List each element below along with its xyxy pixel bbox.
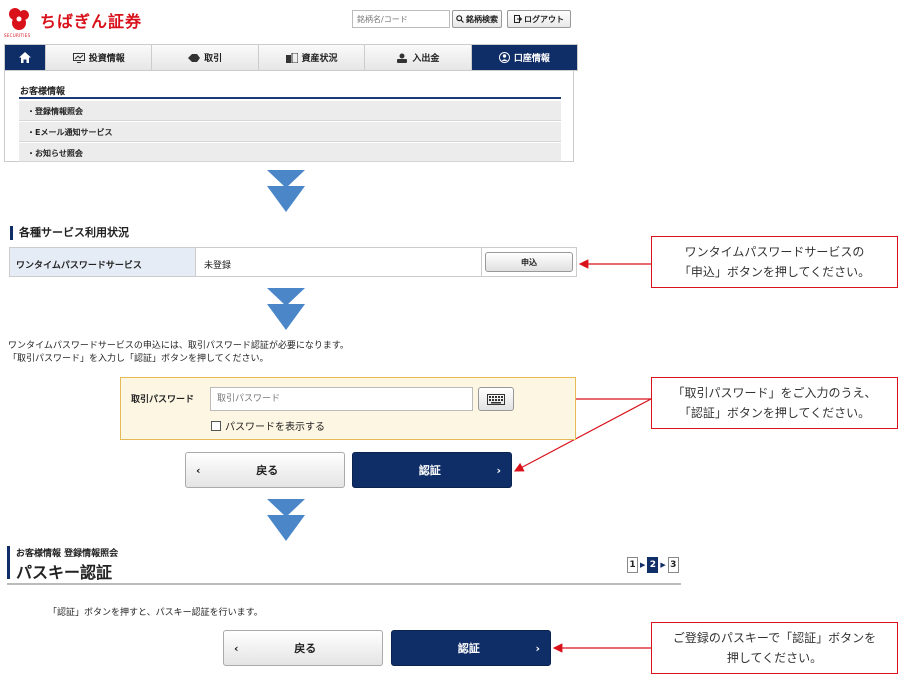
logout-icon bbox=[514, 15, 522, 23]
service-status-title: 各種サービス利用状況 bbox=[10, 226, 129, 240]
keyboard-icon bbox=[487, 393, 505, 405]
nav-label: 口座情報 bbox=[513, 54, 550, 64]
logo-icon bbox=[9, 8, 29, 30]
instruction-line: ワンタイムパスワードサービスの申込には、取引パスワード認証が必要になります。 bbox=[8, 341, 349, 351]
service-status-table: ワンタイムパスワードサービス 未登録 申込 bbox=[9, 247, 577, 277]
search-icon bbox=[456, 15, 464, 23]
dropdown-item-email-notification[interactable]: ・Eメール通知サービス bbox=[19, 122, 561, 142]
show-password-label: パスワードを表示する bbox=[225, 422, 325, 433]
password-input[interactable] bbox=[210, 387, 473, 411]
auth-button-label: 認証 bbox=[418, 464, 441, 477]
title-underline bbox=[7, 583, 681, 585]
callout-line: ワンタイムパスワードサービスの bbox=[684, 245, 865, 259]
logout-button-label: ログアウト bbox=[524, 14, 564, 24]
down-arrow-icon bbox=[267, 170, 305, 212]
callout-line: 「取引パスワード」をご入力のうえ、 bbox=[672, 386, 877, 400]
nav-deposit-withdraw[interactable]: 入出金 bbox=[365, 45, 472, 70]
callout-line: ご登録のパスキーで「認証」ボタンを bbox=[672, 631, 877, 645]
password-label: 取引パスワード bbox=[131, 395, 195, 405]
nav-investment-info[interactable]: 投資情報 bbox=[46, 45, 153, 70]
search-button-label: 銘柄検索 bbox=[466, 14, 498, 24]
show-password-checkbox[interactable]: パスワードを表示する bbox=[211, 418, 325, 433]
assets-icon bbox=[285, 52, 298, 63]
monitor-icon bbox=[72, 52, 85, 63]
account-icon bbox=[498, 52, 510, 63]
auth-button[interactable]: 認証 › bbox=[352, 452, 512, 488]
back-button[interactable]: ‹ 戻る bbox=[185, 452, 345, 488]
step-indicator: 1 ▶ 2 ▶ 3 bbox=[627, 557, 679, 573]
down-arrow-icon bbox=[267, 288, 305, 330]
nav-label: 投資情報 bbox=[88, 54, 125, 64]
service-action-cell: 申込 bbox=[482, 248, 576, 276]
password-form: 取引パスワード パスワードを表示する bbox=[120, 377, 576, 440]
page-title: パスキー認証 bbox=[16, 563, 113, 582]
checkbox[interactable] bbox=[211, 420, 221, 431]
step-2-current: 2 bbox=[647, 557, 659, 573]
nav-label: 取引 bbox=[204, 54, 223, 64]
dropdown-item-notices[interactable]: ・お知らせ照会 bbox=[19, 143, 561, 162]
auth-button-label: 認証 bbox=[457, 642, 480, 655]
chevron-right-icon: › bbox=[496, 463, 501, 477]
software-keyboard-button[interactable] bbox=[478, 387, 514, 411]
service-status: 未登録 bbox=[196, 248, 482, 276]
callout-passkey: ご登録のパスキーで「認証」ボタンを 押してください。 bbox=[651, 622, 898, 674]
instructions: ワンタイムパスワードサービスの申込には、取引パスワード認証が必要になります。 「… bbox=[8, 340, 349, 366]
search-input[interactable] bbox=[352, 10, 450, 28]
callout-line: 押してください。 bbox=[726, 651, 823, 665]
back-button-label: 戻る bbox=[294, 642, 317, 655]
step-arrow-icon: ▶ bbox=[640, 561, 646, 569]
search-button[interactable]: 銘柄検索 bbox=[452, 10, 502, 28]
callout-line: 「認証」ボタンを押してください。 bbox=[678, 406, 871, 420]
dropdown-title: お客様情報 bbox=[20, 87, 66, 97]
breadcrumb: お客様情報 登録情報照会 bbox=[16, 549, 119, 559]
callout-apply: ワンタイムパスワードサービスの 「申込」ボタンを押してください。 bbox=[651, 236, 898, 288]
service-name: ワンタイムパスワードサービス bbox=[10, 248, 196, 276]
step-1: 1 bbox=[627, 557, 638, 573]
back-button-label: 戻る bbox=[256, 464, 279, 477]
back-button[interactable]: ‹ 戻る bbox=[223, 630, 383, 666]
home-icon bbox=[19, 52, 31, 63]
down-arrow-icon bbox=[267, 499, 305, 541]
nav-label: 資産状況 bbox=[301, 54, 338, 64]
callout-password: 「取引パスワード」をご入力のうえ、 「認証」ボタンを押してください。 bbox=[651, 377, 898, 429]
nav-account-info[interactable]: 口座情報 bbox=[471, 45, 578, 70]
passkey-auth-button[interactable]: 認証 › bbox=[391, 630, 551, 666]
account-dropdown-menu: お客様情報 ・登録情報照会 ・Eメール通知サービス ・お知らせ照会 bbox=[4, 71, 574, 162]
passkey-instruction: 「認証」ボタンを押すと、パスキー認証を行います。 bbox=[48, 608, 263, 618]
step-arrow-icon: ▶ bbox=[660, 561, 666, 569]
step-3: 3 bbox=[667, 557, 679, 573]
instruction-line: 「取引パスワード」を入力し「認証」ボタンを押してください。 bbox=[8, 354, 269, 364]
trade-icon bbox=[188, 53, 201, 62]
logout-button[interactable]: ログアウト bbox=[507, 10, 571, 28]
nav-label: 入出金 bbox=[412, 54, 440, 64]
nav-assets[interactable]: 資産状況 bbox=[259, 45, 366, 70]
logo-subtext: SECURITIES bbox=[4, 33, 31, 38]
main-nav: 投資情報 取引 資産状況 入出金 口座情報 bbox=[4, 44, 578, 71]
dropdown-item-registration-info[interactable]: ・登録情報照会 bbox=[19, 101, 561, 121]
chevron-right-icon: › bbox=[535, 641, 540, 655]
callout-line: 「申込」ボタンを押してください。 bbox=[678, 265, 871, 279]
dropdown-divider bbox=[19, 97, 561, 99]
apply-button[interactable]: 申込 bbox=[485, 252, 573, 272]
logo-text: ちばぎん証券 bbox=[40, 12, 143, 31]
nav-home[interactable] bbox=[5, 45, 46, 70]
nav-trade[interactable]: 取引 bbox=[152, 45, 259, 70]
section-accent-bar bbox=[7, 546, 10, 579]
wallet-icon bbox=[397, 53, 408, 63]
